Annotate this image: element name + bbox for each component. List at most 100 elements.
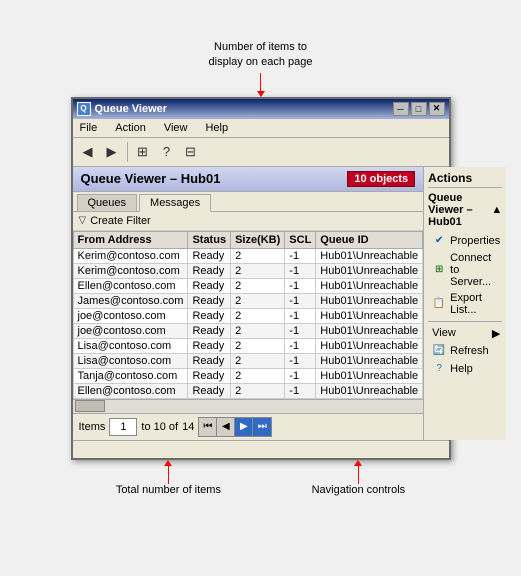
table-row[interactable]: Lisa@contoso.comReady2-1Hub01\Unreachabl… (73, 353, 423, 368)
horizontal-scrollbar[interactable] (73, 399, 424, 413)
items-label: Items (79, 421, 106, 433)
col-from[interactable]: From Address (73, 231, 188, 248)
menu-action[interactable]: Action (112, 121, 149, 135)
col-queue[interactable]: Queue ID (316, 231, 423, 248)
bottom-annotations: Total number of items Navigation control… (71, 460, 451, 496)
arrow-line-right (358, 466, 359, 484)
cell-8-1: Ready (188, 368, 231, 383)
cell-3-2: 2 (231, 293, 285, 308)
top-arrow (257, 73, 265, 97)
cell-4-1: Ready (188, 308, 231, 323)
action-refresh[interactable]: 🔄 Refresh (428, 342, 502, 360)
menu-help[interactable]: Help (202, 121, 231, 135)
scrollbar-thumb[interactable] (75, 400, 105, 412)
action-export[interactable]: 📋 Export List... (428, 290, 502, 318)
export-icon: 📋 (432, 297, 446, 311)
cell-9-3: -1 (285, 383, 316, 398)
tabs-bar: Queues Messages (73, 192, 424, 212)
panel-title: Queue Viewer – Hub01 (81, 171, 221, 186)
cell-2-1: Ready (188, 278, 231, 293)
filter-icon: ▽ (79, 215, 87, 226)
bottom-arrow-right: Navigation controls (312, 460, 406, 496)
cell-4-2: 2 (231, 308, 285, 323)
cell-4-3: -1 (285, 308, 316, 323)
table-row[interactable]: Lisa@contoso.comReady2-1Hub01\Unreachabl… (73, 338, 423, 353)
action-connect[interactable]: ⊞ Connect to Server... (428, 250, 502, 290)
maximize-button[interactable]: □ (411, 102, 427, 116)
cell-0-1: Ready (188, 248, 231, 263)
toolbar-forward[interactable]: ▶ (101, 141, 123, 163)
refresh-icon: 🔄 (432, 344, 446, 358)
bottom-label-right: Navigation controls (312, 484, 406, 496)
nav-last[interactable]: ⏭ (253, 418, 271, 436)
table-row[interactable]: Ellen@contoso.comReady2-1Hub01\Unreachab… (73, 278, 423, 293)
toolbar-back[interactable]: ◀ (77, 141, 99, 163)
page-wrapper: Number of items to display on each page … (71, 40, 451, 496)
cell-1-3: -1 (285, 263, 316, 278)
col-size[interactable]: Size(KB) (231, 231, 285, 248)
cell-4-4: Hub01\Unreachable (316, 308, 423, 323)
cell-2-3: -1 (285, 278, 316, 293)
action-properties[interactable]: ✔ Properties (428, 232, 502, 250)
view-arrow-icon: ▶ (492, 327, 500, 340)
menubar: File Action View Help (73, 119, 449, 138)
cell-7-3: -1 (285, 353, 316, 368)
cell-4-0: joe@contoso.com (73, 308, 188, 323)
actions-title: Actions (428, 171, 502, 188)
cell-7-1: Ready (188, 353, 231, 368)
tab-messages[interactable]: Messages (139, 194, 211, 212)
filter-label[interactable]: Create Filter (90, 215, 151, 227)
cell-0-2: 2 (231, 248, 285, 263)
cell-2-4: Hub01\Unreachable (316, 278, 423, 293)
cell-8-2: 2 (231, 368, 285, 383)
cell-6-2: 2 (231, 338, 285, 353)
nav-first[interactable]: ⏮ (199, 418, 217, 436)
col-status[interactable]: Status (188, 231, 231, 248)
table-row[interactable]: Kerim@contoso.comReady2-1Hub01\Unreachab… (73, 248, 423, 263)
page-input[interactable] (109, 418, 137, 436)
tab-queues[interactable]: Queues (77, 194, 138, 211)
cell-5-1: Ready (188, 323, 231, 338)
action-view[interactable]: View ▶ (428, 325, 502, 342)
annotation-line2: display on each page (209, 56, 313, 68)
help-icon: ? (432, 362, 446, 376)
menu-view[interactable]: View (161, 121, 191, 135)
menu-file[interactable]: File (77, 121, 101, 135)
arrow-line-left (168, 466, 169, 484)
statusbar (73, 440, 449, 458)
panel-header: Queue Viewer – Hub01 10 objects (73, 167, 424, 192)
titlebar-controls[interactable]: ─ □ ✕ (393, 102, 445, 116)
right-panel: Actions Queue Viewer – Hub01 ▲ ✔ Propert… (424, 167, 506, 440)
minimize-button[interactable]: ─ (393, 102, 409, 116)
table-row[interactable]: joe@contoso.comReady2-1Hub01\Unreachable (73, 323, 423, 338)
left-panel: Queue Viewer – Hub01 10 objects Queues M… (73, 167, 425, 440)
objects-badge: 10 objects (347, 171, 415, 187)
actions-section-title: Queue Viewer – Hub01 ▲ (428, 192, 502, 228)
table-row[interactable]: Ellen@contoso.comReady2-1Hub01\Unreachab… (73, 383, 423, 398)
bottom-arrow-left: Total number of items (116, 460, 221, 496)
cell-3-0: James@contoso.com (73, 293, 188, 308)
toolbar-grid[interactable]: ⊞ (132, 141, 154, 163)
table-row[interactable]: Tanja@contoso.comReady2-1Hub01\Unreachab… (73, 368, 423, 383)
pagination: Items to 10 of 14 ⏮ ◀ ▶ ⏭ (73, 413, 424, 440)
table-row[interactable]: James@contoso.comReady2-1Hub01\Unreachab… (73, 293, 423, 308)
main-content: Queue Viewer – Hub01 10 objects Queues M… (73, 167, 449, 440)
toolbar-minus[interactable]: ⊟ (180, 141, 202, 163)
action-help[interactable]: ? Help (428, 360, 502, 378)
bottom-label-left: Total number of items (116, 484, 221, 496)
col-scl[interactable]: SCL (285, 231, 316, 248)
nav-next[interactable]: ▶ (235, 418, 253, 436)
toolbar-help[interactable]: ? (156, 141, 178, 163)
cell-6-4: Hub01\Unreachable (316, 338, 423, 353)
close-button[interactable]: ✕ (429, 102, 445, 116)
nav-prev[interactable]: ◀ (217, 418, 235, 436)
cell-5-4: Hub01\Unreachable (316, 323, 423, 338)
total-items: 14 (182, 421, 194, 433)
table-row[interactable]: Kerim@contoso.comReady2-1Hub01\Unreachab… (73, 263, 423, 278)
filter-bar: ▽ Create Filter (73, 212, 424, 231)
cell-2-0: Ellen@contoso.com (73, 278, 188, 293)
cell-0-3: -1 (285, 248, 316, 263)
table-row[interactable]: joe@contoso.comReady2-1Hub01\Unreachable (73, 308, 423, 323)
cell-7-2: 2 (231, 353, 285, 368)
properties-icon: ✔ (432, 234, 446, 248)
